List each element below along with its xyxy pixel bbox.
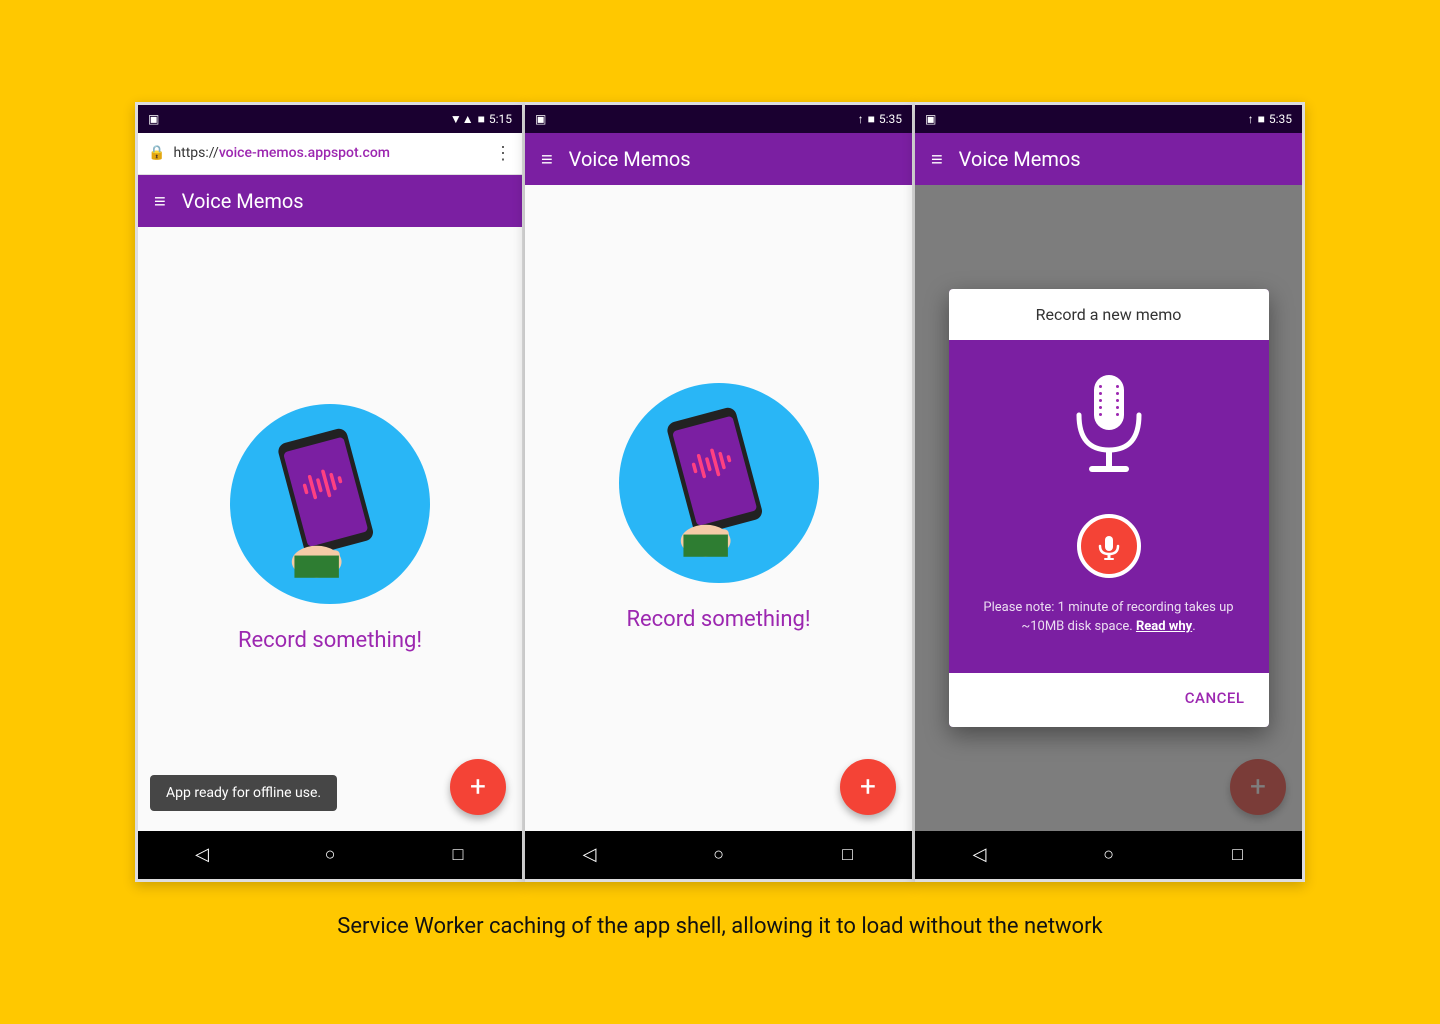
phone2-recents-button[interactable]: □ — [823, 835, 873, 875]
phone1-snackbar: App ready for offline use. — [150, 775, 337, 811]
phone2-home-button[interactable]: ○ — [694, 835, 744, 875]
phone2-hamburger-icon[interactable]: ≡ — [541, 149, 553, 169]
phone2-fab[interactable]: + — [840, 759, 896, 815]
phone1-url-text: https://voice-memos.appspot.com — [173, 145, 486, 161]
page-caption: Service Worker caching of the app shell,… — [337, 912, 1102, 943]
phone2-back-button[interactable]: ◁ — [565, 835, 615, 875]
phone1-content: Record something! App ready for offline … — [138, 227, 522, 831]
phone1-hamburger-icon[interactable]: ≡ — [154, 191, 166, 211]
phone1-illustration — [230, 404, 430, 604]
phone1-back-button[interactable]: ◁ — [177, 835, 227, 875]
phone1-wifi-icon: ▼▲ — [450, 112, 474, 126]
phone3-status-icons: ↑ ■ 5:35 — [1248, 112, 1292, 126]
phone2-notification-icon: ▣ — [535, 112, 546, 126]
phone3-dialog-title: Record a new memo — [949, 289, 1269, 340]
phone2-nav-bar: ◁ ○ □ — [525, 831, 912, 879]
phone3-home-button[interactable]: ○ — [1084, 835, 1134, 875]
phone1-home-button[interactable]: ○ — [305, 835, 355, 875]
phone1-notification-icon: ▣ — [148, 112, 159, 126]
phone3-record-button[interactable] — [1077, 514, 1141, 578]
phone3-content: + Record a new memo — [915, 185, 1302, 831]
phone1-fab-label: + — [470, 773, 486, 801]
phone2-illustration — [619, 383, 819, 583]
phone3-battery-icon: ■ — [1258, 112, 1265, 126]
phone1-status-bar: ▣ ▼▲ ■ 5:15 — [138, 105, 522, 133]
phone1-snackbar-text: App ready for offline use. — [166, 785, 321, 801]
phone2-app-title: Voice Memos — [569, 147, 691, 171]
phone3-read-why-link[interactable]: Read why — [1136, 619, 1192, 634]
phone3-app-header: ≡ Voice Memos — [915, 133, 1302, 185]
phone1-fab[interactable]: + — [450, 759, 506, 815]
phone3-dialog-note: Please note: 1 minute of recording takes… — [969, 598, 1249, 637]
phone1-time: 5:15 — [489, 112, 512, 126]
phone1-nav-bar: ◁ ○ □ — [138, 831, 522, 879]
phone3-app-title: Voice Memos — [959, 147, 1081, 171]
phone3-dialog-actions: CANCEL — [949, 673, 1269, 727]
phone2-illustration-svg — [649, 403, 789, 563]
phone1-app-header: ≡ Voice Memos — [138, 175, 522, 227]
phone1-url-bold: voice-memos.appspot.com — [219, 145, 390, 161]
phone1-app-title: Voice Memos — [182, 189, 304, 213]
phone-3: ▣ ↑ ■ 5:35 ≡ Voice Memos + Re — [915, 102, 1305, 882]
phone3-hamburger-icon[interactable]: ≡ — [931, 149, 943, 169]
phone2-content: Record something! + — [525, 185, 912, 831]
phone-2: ▣ ↑ ■ 5:35 ≡ Voice Memos — [525, 102, 915, 882]
phone3-recents-button[interactable]: □ — [1213, 835, 1263, 875]
phone1-record-label: Record something! — [238, 628, 422, 653]
phone2-app-header: ≡ Voice Memos — [525, 133, 912, 185]
phone3-nav-bar: ◁ ○ □ — [915, 831, 1302, 879]
phone2-record-label: Record something! — [626, 607, 810, 632]
phone2-status-icons: ↑ ■ 5:35 — [858, 112, 902, 126]
phone1-status-icons: ▼▲ ■ 5:15 — [450, 112, 512, 126]
phone2-upload-icon: ↑ — [858, 112, 864, 126]
phones-container: ▣ ▼▲ ■ 5:15 🔒 https://voice-memos.appspo… — [135, 102, 1305, 882]
phone2-status-bar: ▣ ↑ ■ 5:35 — [525, 105, 912, 133]
phone3-dialog: Record a new memo — [949, 289, 1269, 727]
phone3-upload-icon: ↑ — [1248, 112, 1254, 126]
phone3-time: 5:35 — [1269, 112, 1292, 126]
phone1-url-bar[interactable]: 🔒 https://voice-memos.appspot.com ⋮ — [138, 133, 522, 175]
phone1-more-icon[interactable]: ⋮ — [494, 143, 512, 164]
phone3-notification-icon: ▣ — [925, 112, 936, 126]
phone2-time: 5:35 — [879, 112, 902, 126]
microphone-icon — [1059, 370, 1159, 494]
phone3-overlay: Record a new memo — [915, 185, 1302, 831]
phone1-battery-icon: ■ — [478, 112, 485, 126]
phone2-battery-icon: ■ — [868, 112, 875, 126]
phone3-cancel-button[interactable]: CANCEL — [1177, 681, 1253, 715]
phone-1: ▣ ▼▲ ■ 5:15 🔒 https://voice-memos.appspo… — [135, 102, 525, 882]
phone3-dialog-body: Please note: 1 minute of recording takes… — [949, 340, 1269, 673]
lock-icon: 🔒 — [148, 145, 165, 161]
phone3-back-button[interactable]: ◁ — [955, 835, 1005, 875]
phone3-status-bar: ▣ ↑ ■ 5:35 — [915, 105, 1302, 133]
phone1-recents-button[interactable]: □ — [433, 835, 483, 875]
phone2-fab-label: + — [860, 773, 876, 801]
phone1-illustration-svg — [260, 424, 400, 584]
